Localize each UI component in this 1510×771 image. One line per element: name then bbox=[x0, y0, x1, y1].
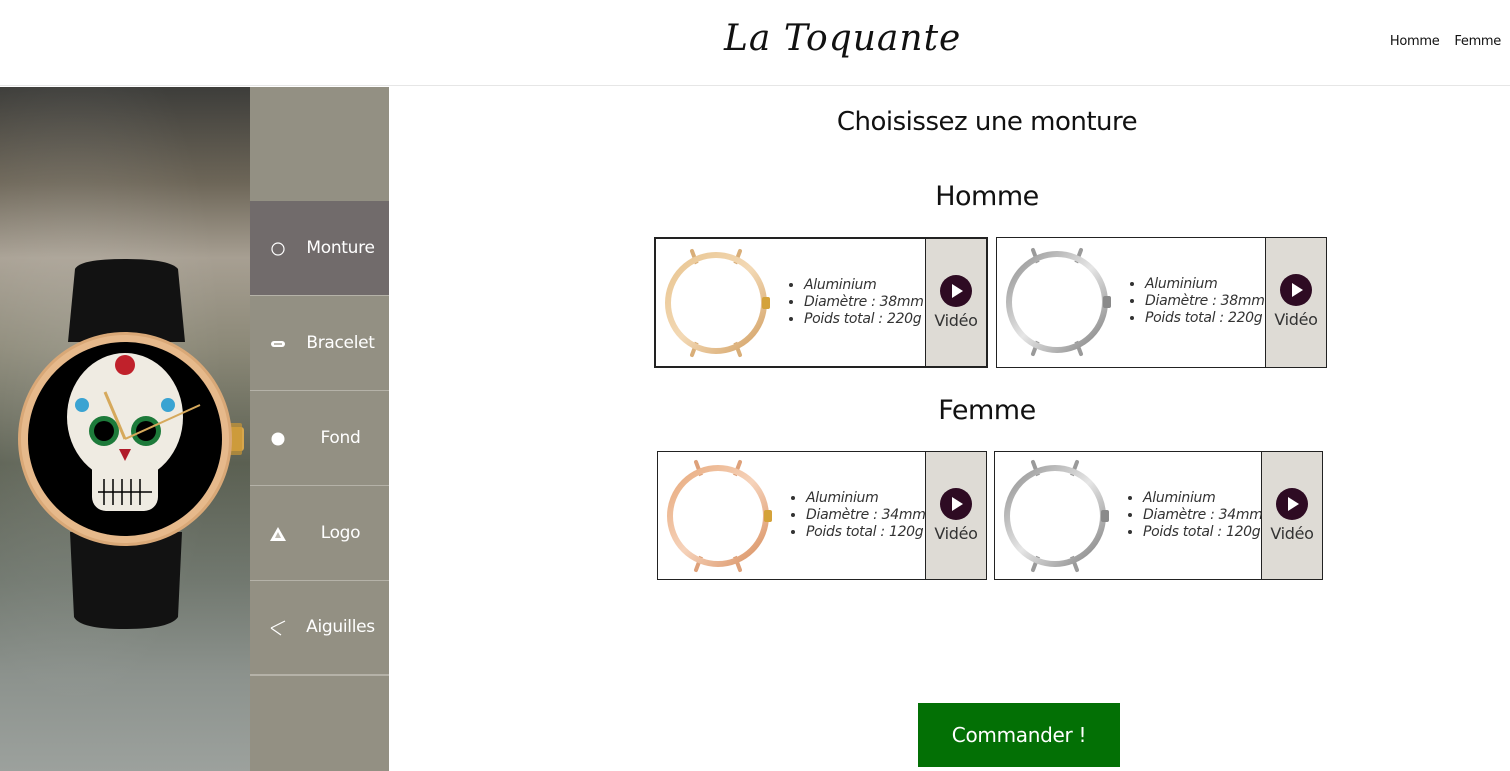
play-icon bbox=[940, 488, 972, 520]
spec-weight: Poids total : 120g bbox=[806, 524, 926, 541]
video-button[interactable]: Vidéo bbox=[1261, 452, 1322, 579]
watch-case-silver-image bbox=[1006, 248, 1111, 356]
spec-diameter: Diamètre : 34mm bbox=[806, 507, 926, 524]
frame-card-femme-silver[interactable]: Aluminium Diamètre : 34mm Poids total : … bbox=[994, 451, 1323, 580]
watch-preview bbox=[0, 87, 250, 771]
frame-specs-list: Aluminium Diamètre : 34mm Poids total : … bbox=[806, 490, 926, 541]
spec-material: Aluminium bbox=[1145, 276, 1265, 293]
video-button[interactable]: Vidéo bbox=[925, 239, 986, 366]
brand-logo[interactable]: La Toquante bbox=[724, 18, 961, 59]
spec-weight: Poids total : 220g bbox=[1145, 310, 1265, 327]
nav-link-femme[interactable]: Femme bbox=[1454, 34, 1501, 49]
top-nav: Homme Femme bbox=[1390, 34, 1501, 49]
spec-material: Aluminium bbox=[804, 277, 924, 294]
nav-link-homme[interactable]: Homme bbox=[1390, 34, 1440, 49]
site-header: La Toquante Homme Femme bbox=[0, 0, 1510, 86]
spec-material: Aluminium bbox=[1143, 490, 1263, 507]
play-icon bbox=[1280, 274, 1312, 306]
frame-specs-list: Aluminium Diamètre : 34mm Poids total : … bbox=[1143, 490, 1263, 541]
frame-card-homme-silver[interactable]: Aluminium Diamètre : 38mm Poids total : … bbox=[996, 237, 1327, 368]
order-button[interactable]: Commander ! bbox=[918, 703, 1120, 767]
section-title-femme: Femme bbox=[938, 395, 1036, 426]
sidebar-item-bracelet[interactable]: Bracelet bbox=[250, 296, 389, 391]
sidebar-divider bbox=[250, 675, 389, 676]
frame-card-femme-rose-gold[interactable]: Aluminium Diamètre : 34mm Poids total : … bbox=[657, 451, 987, 580]
customizer-sidebar: Monture Bracelet Fond Logo Aiguilles bbox=[250, 87, 389, 771]
play-icon bbox=[1276, 488, 1308, 520]
spec-weight: Poids total : 220g bbox=[804, 311, 924, 328]
watch-preview-image bbox=[18, 259, 244, 629]
section-title-homme: Homme bbox=[935, 181, 1039, 212]
sidebar-item-aiguilles[interactable]: Aiguilles bbox=[250, 580, 389, 675]
watch-case-gold-image bbox=[665, 249, 770, 357]
frame-specs-list: Aluminium Diamètre : 38mm Poids total : … bbox=[1145, 276, 1265, 327]
sidebar-item-label: Fond bbox=[320, 428, 361, 448]
sidebar-item-label: Logo bbox=[320, 523, 361, 543]
spec-diameter: Diamètre : 38mm bbox=[1145, 293, 1265, 310]
video-label: Vidéo bbox=[934, 311, 978, 330]
play-icon bbox=[940, 275, 972, 307]
spec-material: Aluminium bbox=[806, 490, 926, 507]
sidebar-item-label: Monture bbox=[306, 238, 375, 258]
spec-weight: Poids total : 120g bbox=[1143, 524, 1263, 541]
video-label: Vidéo bbox=[1274, 310, 1318, 329]
page-title: Choisissez une monture bbox=[836, 107, 1138, 137]
frame-specs-list: Aluminium Diamètre : 38mm Poids total : … bbox=[804, 277, 924, 328]
main-content: Choisissez une monture Homme Aluminium D… bbox=[389, 87, 1510, 771]
spec-diameter: Diamètre : 38mm bbox=[804, 294, 924, 311]
sidebar-item-label: Aiguilles bbox=[306, 617, 375, 637]
watch-case-silver-image bbox=[1004, 460, 1109, 572]
video-button[interactable]: Vidéo bbox=[925, 452, 986, 579]
spec-diameter: Diamètre : 34mm bbox=[1143, 507, 1263, 524]
sidebar-item-monture[interactable]: Monture bbox=[250, 201, 389, 296]
watch-case-rose-gold-image bbox=[667, 460, 772, 572]
sidebar-item-logo[interactable]: Logo bbox=[250, 486, 389, 581]
frame-card-homme-gold[interactable]: Aluminium Diamètre : 38mm Poids total : … bbox=[654, 237, 988, 368]
video-label: Vidéo bbox=[934, 524, 978, 543]
sidebar-item-label: Bracelet bbox=[306, 333, 375, 353]
sidebar-item-fond[interactable]: Fond bbox=[250, 391, 389, 486]
video-button[interactable]: Vidéo bbox=[1265, 238, 1326, 367]
video-label: Vidéo bbox=[1270, 524, 1314, 543]
